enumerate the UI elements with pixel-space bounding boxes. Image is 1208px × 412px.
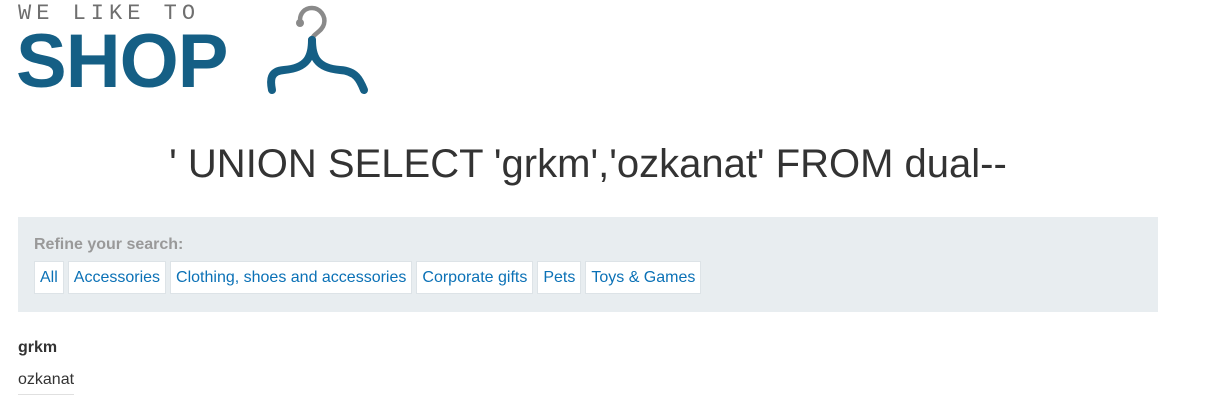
hanger-icon xyxy=(267,5,368,94)
filter-link-all[interactable]: All xyxy=(34,261,64,294)
site-logo[interactable]: WE LIKE TO SHOP xyxy=(16,2,378,104)
filter-link-accessories[interactable]: Accessories xyxy=(67,261,167,294)
filter-link-pets[interactable]: Pets xyxy=(537,261,582,294)
results-table: grkm ozkanat xyxy=(18,338,75,395)
filter-label: Refine your search: xyxy=(34,236,184,253)
result-column-header: grkm xyxy=(18,339,58,356)
logo-wordmark: SHOP xyxy=(16,19,228,104)
result-cell: ozkanat xyxy=(18,370,75,395)
filter-link-toys-games[interactable]: Toys & Games xyxy=(585,261,702,294)
filter-link-corporate-gifts[interactable]: Corporate gifts xyxy=(416,261,534,294)
filter-link-clothing[interactable]: Clothing, shoes and accessories xyxy=(170,261,413,294)
page-title: ' UNION SELECT 'grkm','ozkanat' FROM dua… xyxy=(169,142,1007,186)
filter-links: All Accessories Clothing, shoes and acce… xyxy=(34,261,702,294)
filter-panel: Refine your search: All Accessories Clot… xyxy=(18,217,1158,312)
